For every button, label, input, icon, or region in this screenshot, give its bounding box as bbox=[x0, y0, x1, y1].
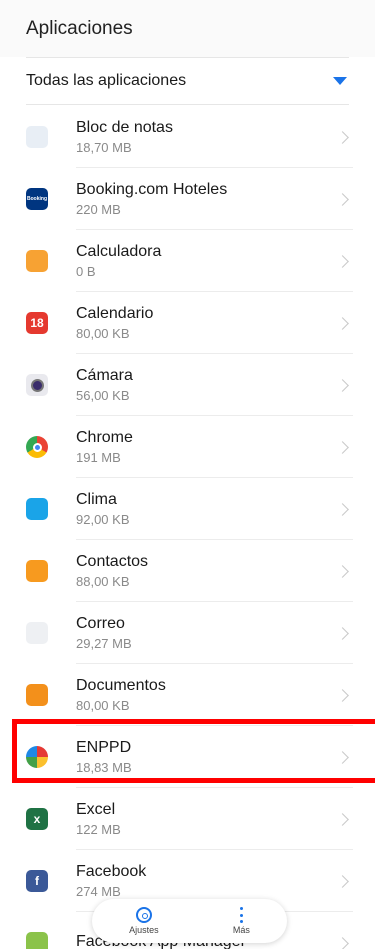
chevron-right-icon bbox=[336, 626, 349, 640]
app-size: 80,00 KB bbox=[76, 326, 130, 341]
chevron-right-icon bbox=[336, 874, 349, 888]
app-text: Clima 92,00 KB bbox=[76, 490, 338, 528]
chevron-right-icon bbox=[336, 192, 349, 206]
app-name: Calculadora bbox=[76, 243, 162, 260]
chevron-right-icon bbox=[336, 254, 349, 268]
app-row[interactable]: Correo 29,27 MB bbox=[0, 602, 375, 664]
calendar-icon: 18 bbox=[26, 312, 48, 334]
page-title: Aplicaciones bbox=[26, 17, 133, 39]
app-name: Contactos bbox=[76, 553, 149, 570]
calculator-icon bbox=[26, 250, 48, 272]
more-button[interactable]: Más bbox=[233, 907, 250, 935]
app-name: Documentos bbox=[76, 677, 166, 694]
chevron-right-icon bbox=[336, 502, 349, 516]
more-icon bbox=[239, 907, 243, 923]
app-name: Chrome bbox=[76, 429, 133, 446]
chevron-right-icon bbox=[336, 130, 349, 144]
app-row[interactable]: Booking Booking.com Hoteles 220 MB bbox=[0, 168, 375, 230]
excel-icon: x bbox=[26, 808, 48, 830]
notepad-icon bbox=[26, 126, 48, 148]
app-row[interactable]: Calculadora 0 B bbox=[0, 230, 375, 292]
contacts-icon bbox=[26, 560, 48, 582]
app-text: Correo 29,27 MB bbox=[76, 614, 338, 652]
app-size: 80,00 KB bbox=[76, 698, 130, 713]
bottom-nav: Ajustes Más bbox=[92, 899, 287, 943]
more-label: Más bbox=[232, 925, 250, 935]
settings-label: Ajustes bbox=[129, 925, 159, 935]
settings-button[interactable]: Ajustes bbox=[129, 907, 159, 935]
app-text: Facebook 274 MB bbox=[76, 862, 338, 900]
app-size: 0 B bbox=[76, 264, 96, 279]
icon-glyph: Booking bbox=[27, 196, 47, 202]
app-text: Chrome 191 MB bbox=[76, 428, 338, 466]
app-row[interactable]: Chrome 191 MB bbox=[0, 416, 375, 478]
app-row[interactable]: Documentos 80,00 KB bbox=[0, 664, 375, 726]
chevron-right-icon bbox=[336, 936, 349, 949]
app-text: Documentos 80,00 KB bbox=[76, 676, 338, 714]
chevron-right-icon bbox=[336, 688, 349, 702]
facebook-icon: f bbox=[26, 870, 48, 892]
app-size: 122 MB bbox=[76, 822, 121, 837]
app-name: Calendario bbox=[76, 305, 154, 322]
app-size: 191 MB bbox=[76, 450, 121, 465]
app-name: Excel bbox=[76, 801, 116, 818]
filter-label: Todas las aplicaciones bbox=[26, 72, 187, 89]
icon-glyph: 18 bbox=[30, 316, 44, 330]
chrome-icon bbox=[26, 436, 48, 458]
weather-icon bbox=[26, 498, 48, 520]
app-size: 18,70 MB bbox=[76, 140, 132, 155]
app-row[interactable]: x Excel 122 MB bbox=[0, 788, 375, 850]
app-size: 274 MB bbox=[76, 884, 121, 899]
app-text: Contactos 88,00 KB bbox=[76, 552, 338, 590]
app-size: 56,00 KB bbox=[76, 388, 130, 403]
app-text: Bloc de notas 18,70 MB bbox=[76, 118, 338, 156]
gear-icon bbox=[135, 907, 152, 923]
dropdown-caret-icon bbox=[333, 77, 347, 85]
mail-icon bbox=[26, 622, 48, 644]
app-text: Excel 122 MB bbox=[76, 800, 338, 838]
icon-glyph: x bbox=[33, 812, 41, 826]
chevron-right-icon bbox=[336, 316, 349, 330]
app-row[interactable]: Bloc de notas 18,70 MB bbox=[0, 106, 375, 168]
app-row[interactable]: 18 Calendario 80,00 KB bbox=[0, 292, 375, 354]
app-bar: Aplicaciones bbox=[0, 0, 375, 57]
documents-icon bbox=[26, 684, 48, 706]
booking-icon: Booking bbox=[26, 188, 48, 210]
app-row[interactable]: Contactos 88,00 KB bbox=[0, 540, 375, 602]
app-name: Booking.com Hoteles bbox=[76, 181, 228, 198]
app-name: Facebook bbox=[76, 863, 147, 880]
app-list: Bloc de notas 18,70 MB Booking Booking.com … bbox=[0, 106, 375, 949]
app-row[interactable]: Clima 92,00 KB bbox=[0, 478, 375, 540]
chevron-right-icon bbox=[336, 564, 349, 578]
camera-icon bbox=[26, 374, 48, 396]
app-text: Cámara 56,00 KB bbox=[76, 366, 338, 404]
app-row[interactable]: Cámara 56,00 KB bbox=[0, 354, 375, 416]
app-name: Bloc de notas bbox=[76, 119, 173, 136]
icon-glyph: f bbox=[35, 874, 39, 888]
app-filter-dropdown[interactable]: Todas las aplicaciones bbox=[26, 57, 349, 105]
app-name: Cámara bbox=[76, 367, 133, 384]
app-text: Calendario 80,00 KB bbox=[76, 304, 338, 342]
app-size: 29,27 MB bbox=[76, 636, 132, 651]
app-size: 92,00 KB bbox=[76, 512, 130, 527]
app-text: Booking.com Hoteles 220 MB bbox=[76, 180, 338, 218]
app-text: Calculadora 0 B bbox=[76, 242, 338, 280]
app-name: Clima bbox=[76, 491, 117, 508]
app-size: 88,00 KB bbox=[76, 574, 130, 589]
android-icon bbox=[26, 932, 48, 949]
highlight-box bbox=[12, 719, 375, 783]
app-name: Correo bbox=[76, 615, 125, 632]
chevron-right-icon bbox=[336, 440, 349, 454]
chevron-right-icon bbox=[336, 812, 349, 826]
chevron-right-icon bbox=[336, 378, 349, 392]
app-size: 220 MB bbox=[76, 202, 121, 217]
